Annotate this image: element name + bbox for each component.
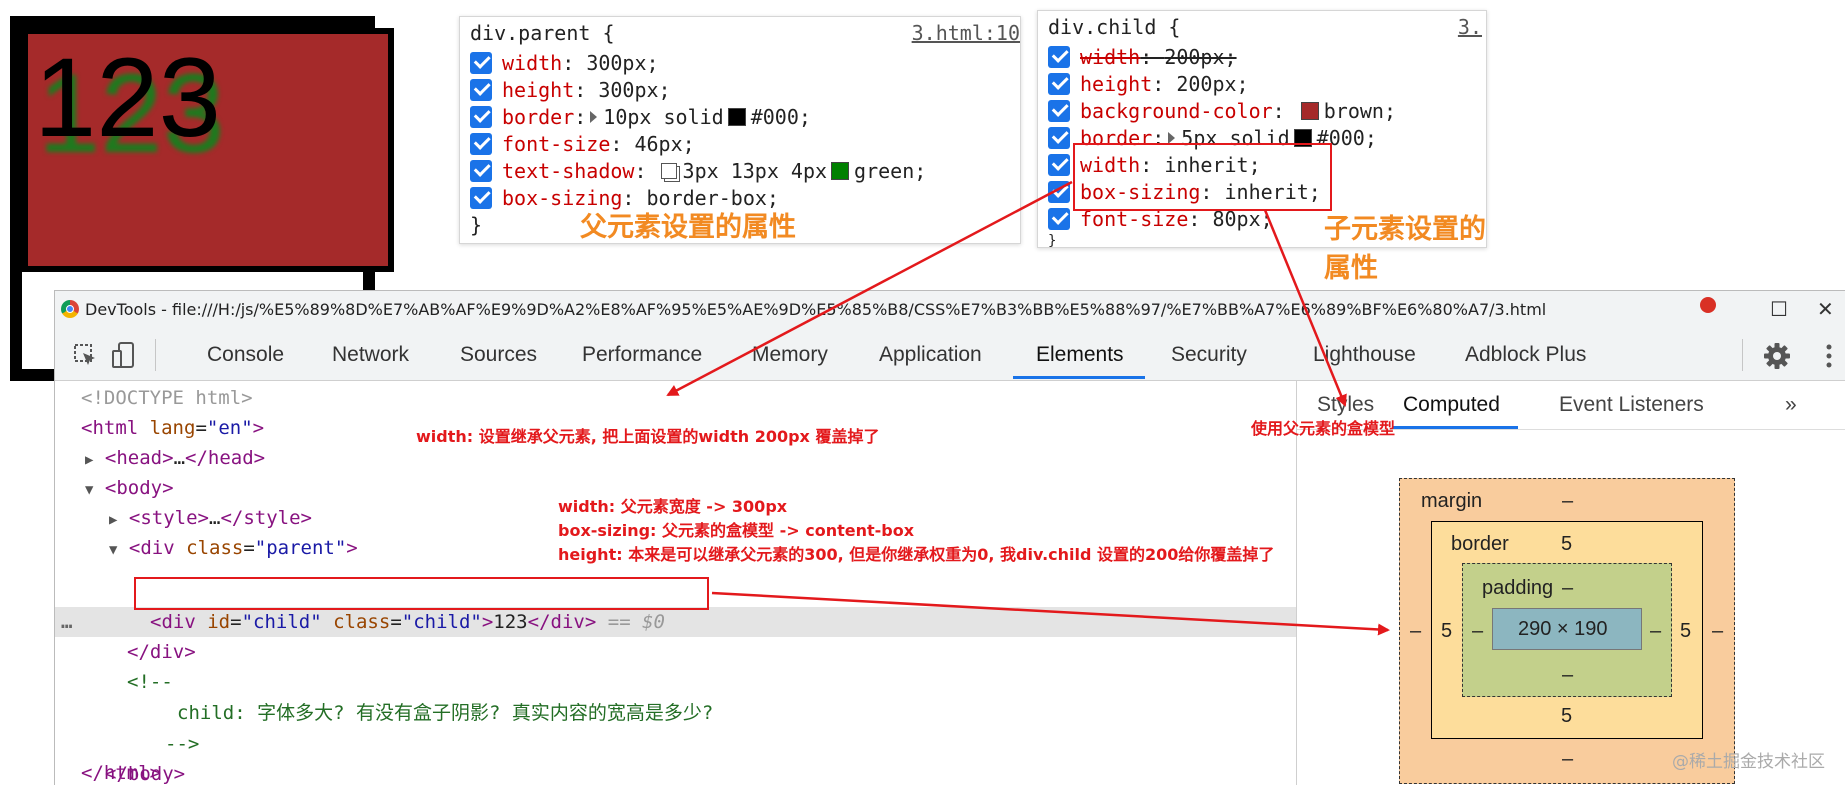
arrow-to-width-note <box>666 180 1073 397</box>
arrow-to-box-model <box>711 591 1390 636</box>
watermark: @稀土掘金技术社区 <box>1672 752 1825 772</box>
annotation-arrows <box>666 180 1390 636</box>
arrow-to-box-sizing-note <box>1263 209 1347 407</box>
